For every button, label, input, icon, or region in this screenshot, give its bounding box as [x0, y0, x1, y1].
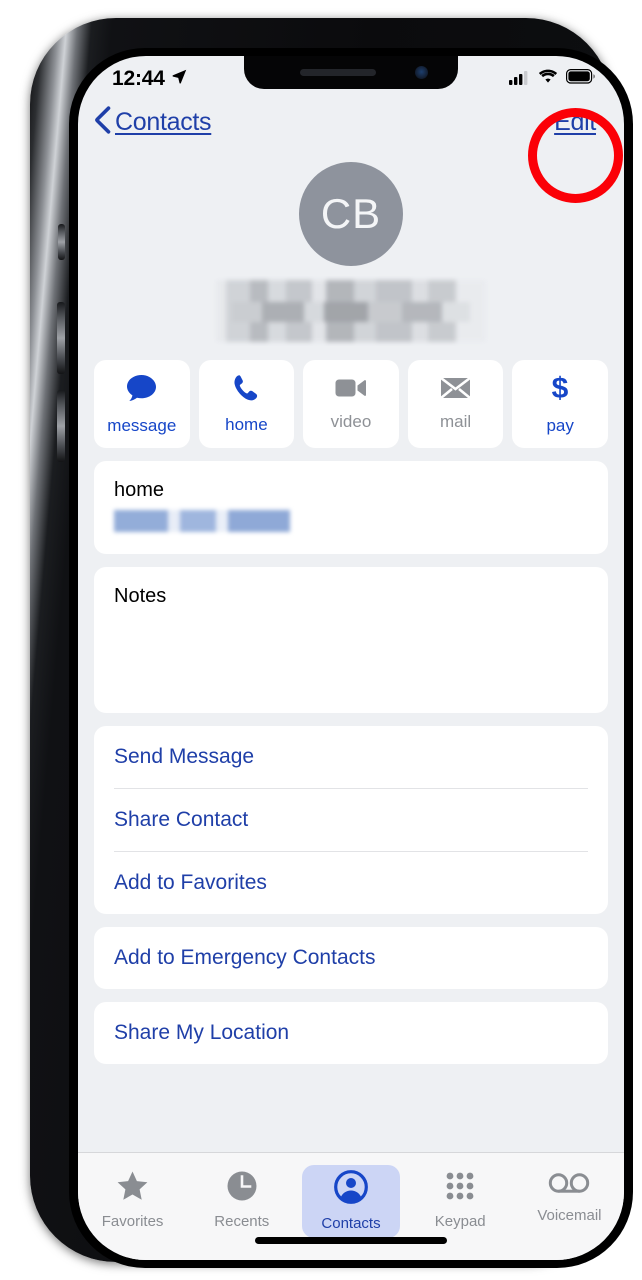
- share-my-location-row[interactable]: Share My Location: [114, 1002, 588, 1064]
- message-bubble-icon: [125, 373, 158, 409]
- phone-handset-icon: [232, 373, 261, 408]
- quick-action-mail[interactable]: mail: [407, 360, 504, 448]
- actions-group-emergency: Add to Emergency Contacts: [94, 927, 608, 989]
- envelope-icon: [439, 376, 472, 405]
- contact-header: CB: [90, 148, 612, 342]
- contact-name-redacted: [216, 280, 486, 342]
- cellular-bars-icon: [509, 69, 530, 90]
- back-button-label: Contacts: [115, 107, 212, 136]
- contact-detail-scroll-area[interactable]: CB message home video mail $ pay home No…: [78, 148, 624, 1152]
- actions-group-primary: Send Message Share Contact Add to Favori…: [94, 726, 608, 914]
- display-notch: [244, 56, 458, 89]
- phone-field-label: home: [114, 479, 165, 501]
- send-message-row[interactable]: Send Message: [114, 726, 588, 788]
- mute-switch-button[interactable]: [58, 224, 65, 260]
- phone-device-frame: 12:44 Contacts Edit CB message home vide…: [30, 18, 633, 1268]
- quick-action-mail-label: mail: [439, 412, 472, 431]
- voicemail-icon: [548, 1170, 590, 1201]
- tab-contacts[interactable]: Contacts: [302, 1165, 400, 1238]
- tab-keypad[interactable]: Keypad: [412, 1165, 509, 1236]
- status-bar-right: [509, 69, 596, 90]
- quick-action-pay[interactable]: $ pay: [512, 360, 608, 448]
- volume-down-button[interactable]: [57, 390, 65, 462]
- quick-action-home-call[interactable]: home: [198, 360, 295, 448]
- tab-favorites-label: Favorites: [101, 1213, 164, 1230]
- edit-button[interactable]: Edit: [554, 108, 596, 137]
- add-to-favorites-row[interactable]: Add to Favorites: [114, 851, 588, 914]
- quick-action-message[interactable]: message: [94, 360, 190, 448]
- battery-full-icon: [566, 69, 596, 89]
- notes-card[interactable]: Notes: [94, 567, 608, 713]
- dollar-sign-icon: $: [548, 372, 572, 409]
- quick-action-video[interactable]: video: [303, 360, 399, 448]
- avatar[interactable]: CB: [299, 162, 403, 266]
- volume-up-button[interactable]: [57, 302, 65, 374]
- star-icon: [116, 1170, 149, 1207]
- keypad-dots-icon: [444, 1170, 476, 1207]
- home-indicator[interactable]: [255, 1237, 447, 1244]
- svg-text:$: $: [552, 372, 569, 404]
- quick-action-pay-label: pay: [546, 416, 574, 435]
- tab-recents[interactable]: Recents: [193, 1165, 290, 1236]
- wifi-icon: [538, 69, 558, 89]
- actions-group-location: Share My Location: [94, 1002, 608, 1064]
- quick-action-video-label: video: [330, 412, 372, 431]
- add-to-emergency-contacts-row[interactable]: Add to Emergency Contacts: [114, 927, 588, 989]
- location-arrow-icon: [171, 68, 188, 90]
- tab-favorites[interactable]: Favorites: [84, 1165, 181, 1236]
- phone-field-card[interactable]: home: [94, 461, 608, 554]
- quick-action-home-label: home: [225, 415, 268, 434]
- clock-icon: [226, 1170, 258, 1207]
- person-circle-icon: [334, 1170, 368, 1209]
- quick-action-message-label: message: [107, 415, 177, 435]
- front-camera-icon: [415, 66, 428, 79]
- share-contact-row[interactable]: Share Contact: [114, 788, 588, 851]
- phone-number-redacted[interactable]: [114, 510, 290, 532]
- video-camera-icon: [334, 376, 367, 405]
- tab-keypad-label: Keypad: [434, 1213, 486, 1230]
- phone-screen: 12:44 Contacts Edit CB message home vide…: [78, 56, 624, 1260]
- back-to-contacts-button[interactable]: Contacts: [94, 105, 212, 139]
- status-time: 12:44: [112, 67, 165, 90]
- notes-field-label: Notes: [114, 585, 167, 607]
- quick-action-row: message home video mail $ pay: [90, 360, 612, 448]
- chevron-left-icon: [94, 105, 111, 139]
- navigation-bar: Contacts Edit: [78, 96, 624, 148]
- tab-recents-label: Recents: [214, 1213, 270, 1230]
- tab-voicemail-label: Voicemail: [537, 1207, 602, 1224]
- status-bar-left: 12:44: [112, 67, 188, 91]
- tab-contacts-label: Contacts: [321, 1215, 381, 1232]
- earpiece-speaker-icon: [300, 69, 376, 76]
- tab-voicemail[interactable]: Voicemail: [521, 1165, 618, 1230]
